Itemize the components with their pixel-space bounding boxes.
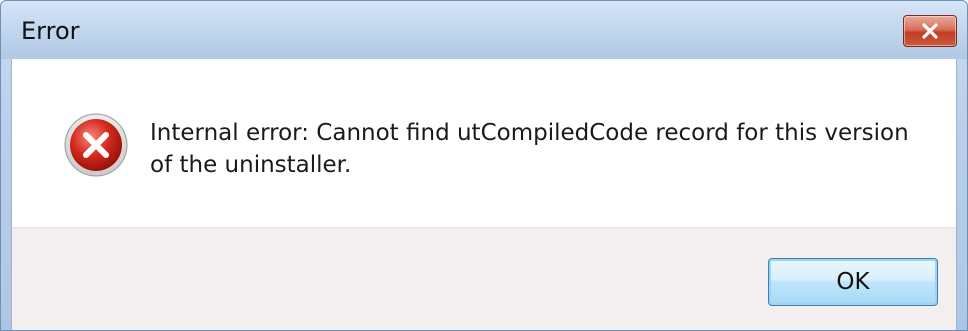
close-icon: [922, 23, 938, 39]
close-button[interactable]: [903, 15, 957, 47]
title-bar[interactable]: Error: [1, 1, 967, 59]
error-dialog-window: Error Internal error: Cannot find utComp…: [0, 0, 968, 331]
ok-button[interactable]: OK: [768, 258, 938, 306]
button-bar: OK: [12, 227, 956, 330]
window-title: Error: [21, 17, 80, 45]
dialog-body: Internal error: Cannot find utCompiledCo…: [11, 59, 957, 330]
message-area: Internal error: Cannot find utCompiledCo…: [12, 59, 956, 227]
error-icon: [64, 113, 128, 177]
error-message: Internal error: Cannot find utCompiledCo…: [150, 120, 909, 178]
